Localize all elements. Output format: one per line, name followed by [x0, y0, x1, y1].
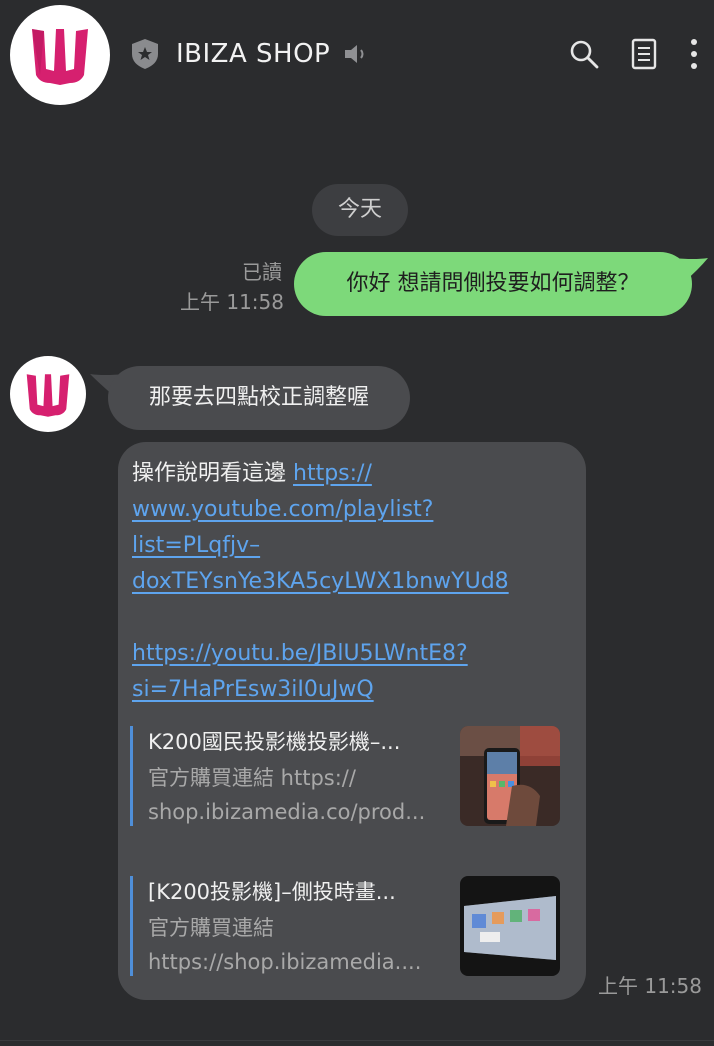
link-preview-card[interactable]: [K200投影機]–側投時畫... 官方購買連結 https://shop.ib…: [130, 876, 560, 976]
card-url: shop.ibizamedia.co/prod...: [148, 800, 426, 824]
card-accent-bar: [130, 726, 133, 826]
playlist-link[interactable]: list=PLqfjv–: [132, 533, 260, 558]
ibiza-trident-logo-icon: [26, 374, 70, 417]
message-line: 操作說明看這邊 https://: [132, 456, 372, 492]
playlist-link[interactable]: https://: [293, 461, 372, 486]
read-receipt: 已讀: [242, 260, 282, 284]
outgoing-timestamp: 上午 11:58: [180, 290, 284, 314]
message-prefix-text: 操作說明看這邊: [132, 461, 293, 486]
incoming-timestamp: 上午 11:58: [598, 974, 702, 998]
notes-icon[interactable]: [626, 36, 662, 72]
chat-title: IBIZA SHOP: [176, 39, 331, 69]
card-url: https://shop.ibizamedia....: [148, 950, 422, 974]
card-title: [K200投影機]–側投時畫...: [148, 880, 396, 904]
outgoing-message-bubble[interactable]: 你好 想請問側投要如何調整？: [294, 252, 692, 316]
message-line: si=7HaPrEsw3iI0uJwQ: [132, 672, 374, 708]
projection-thumbnail-image: [460, 876, 560, 976]
playlist-link[interactable]: doxTEYsnYe3KA5cyLWX1bnwYUd8: [132, 569, 509, 594]
sender-avatar[interactable]: [10, 356, 86, 432]
card-title: K200國民投影機投影機–...: [148, 730, 401, 754]
more-icon[interactable]: [676, 36, 712, 72]
video-link[interactable]: https://youtu.be/JBlU5LWntE8?: [132, 641, 468, 666]
ibiza-trident-logo-icon: [32, 29, 88, 85]
message-line: https://youtu.be/JBlU5LWntE8?: [132, 636, 468, 672]
card-accent-bar: [130, 876, 133, 976]
message-line: www.youtube.com/playlist?: [132, 492, 433, 528]
incoming-message-bubble[interactable]: 那要去四點校正調整喔: [108, 366, 410, 430]
card-description: 官方購買連結 https://: [148, 766, 356, 790]
link-preview-card[interactable]: K200國民投影機投影機–... 官方購買連結 https:// shop.ib…: [130, 726, 560, 826]
message-line: doxTEYsnYe3KA5cyLWX1bnwYUd8: [132, 564, 509, 600]
date-separator: 今天: [312, 184, 408, 236]
speaker-icon[interactable]: [343, 42, 369, 66]
chat-header: IBIZA SHOP: [0, 0, 714, 110]
phone-thumbnail-image: [460, 726, 560, 826]
shop-avatar[interactable]: [10, 5, 110, 105]
card-description: 官方購買連結: [148, 916, 274, 940]
message-line: list=PLqfjv–: [132, 528, 260, 564]
video-link[interactable]: si=7HaPrEsw3iI0uJwQ: [132, 677, 374, 702]
official-shield-icon: [130, 38, 160, 70]
divider: [0, 1040, 714, 1041]
playlist-link[interactable]: www.youtube.com/playlist?: [132, 497, 433, 522]
search-icon[interactable]: [566, 36, 602, 72]
